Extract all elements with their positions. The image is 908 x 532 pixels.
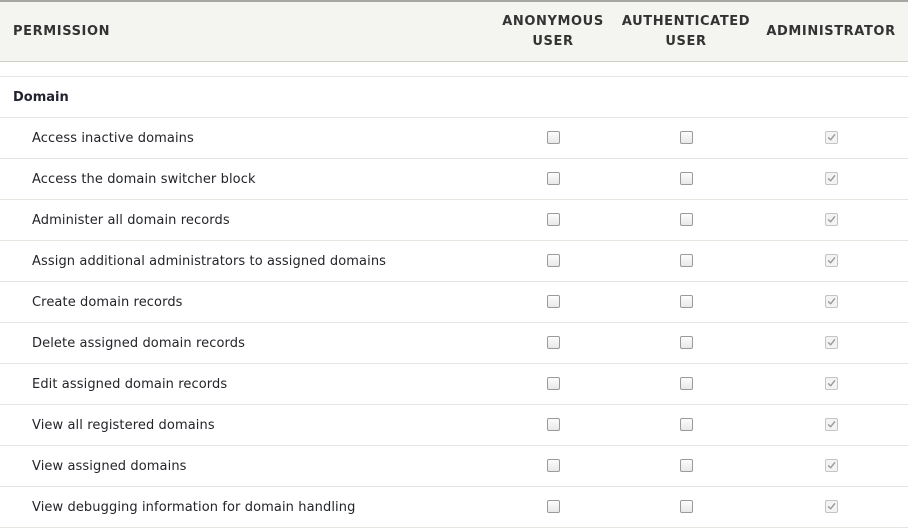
checkmark-icon [827,503,836,510]
permission-label: View all registered domains [32,417,215,433]
anonymous-user-checkbox[interactable] [547,500,560,513]
checkmark-icon [827,380,836,387]
checkmark-icon [827,421,836,428]
authenticated-user-checkbox[interactable] [680,172,693,185]
anonymous-user-checkbox[interactable] [547,131,560,144]
permission-label: Access inactive domains [32,130,194,146]
anonymous-user-checkbox[interactable] [547,254,560,267]
administrator-checkbox [825,172,838,185]
administrator-checkbox [825,295,838,308]
authenticated-user-checkbox[interactable] [680,500,693,513]
anonymous-user-checkbox[interactable] [547,213,560,226]
table-row: Delete assigned domain records [0,323,908,364]
permission-rows: Access inactive domains Access the domain… [0,118,908,528]
column-header-administrator: ADMINISTRATOR [766,24,896,39]
table-row: View assigned domains [0,446,908,487]
table-row: Create domain records [0,282,908,323]
checkmark-icon [827,175,836,182]
anonymous-user-checkbox[interactable] [547,377,560,390]
authenticated-user-checkbox[interactable] [680,377,693,390]
checkmark-icon [827,257,836,264]
checkmark-icon [827,462,836,469]
column-header-authenticated-user: AUTHENTICATED USER [621,14,751,49]
permission-label: Create domain records [32,294,183,310]
checkmark-icon [827,339,836,346]
administrator-checkbox [825,418,838,431]
administrator-checkbox [825,500,838,513]
permission-label: Assign additional administrators to assi… [32,253,387,269]
table-row: Administer all domain records [0,200,908,241]
anonymous-user-checkbox[interactable] [547,295,560,308]
administrator-checkbox [825,377,838,390]
permission-label: View assigned domains [32,458,187,474]
checkmark-icon [827,134,836,141]
table-row: Edit assigned domain records [0,364,908,405]
permission-label: Edit assigned domain records [32,376,228,392]
table-header: PERMISSION ANONYMOUS USER AUTHENTICATED … [0,0,908,62]
permission-label: Administer all domain records [32,212,230,228]
administrator-checkbox [825,213,838,226]
anonymous-user-checkbox[interactable] [547,172,560,185]
column-header-permission: PERMISSION [13,24,111,39]
administrator-checkbox [825,131,838,144]
authenticated-user-checkbox[interactable] [680,213,693,226]
header-spacer [0,62,908,77]
checkmark-icon [827,216,836,223]
authenticated-user-checkbox[interactable] [680,295,693,308]
authenticated-user-checkbox[interactable] [680,336,693,349]
module-name: Domain [13,89,69,105]
anonymous-user-checkbox[interactable] [547,418,560,431]
checkmark-icon [827,298,836,305]
permission-label: View debugging information for domain ha… [32,499,356,515]
authenticated-user-checkbox[interactable] [680,131,693,144]
table-row: View debugging information for domain ha… [0,487,908,528]
administrator-checkbox [825,459,838,472]
administrator-checkbox [825,336,838,349]
permission-label: Access the domain switcher block [32,171,256,187]
authenticated-user-checkbox[interactable] [680,459,693,472]
anonymous-user-checkbox[interactable] [547,336,560,349]
authenticated-user-checkbox[interactable] [680,418,693,431]
table-row: Assign additional administrators to assi… [0,241,908,282]
permission-label: Delete assigned domain records [32,335,245,351]
authenticated-user-checkbox[interactable] [680,254,693,267]
table-row: Access the domain switcher block [0,159,908,200]
anonymous-user-checkbox[interactable] [547,459,560,472]
administrator-checkbox [825,254,838,267]
module-row-domain: Domain [0,77,908,118]
column-header-anonymous-user: ANONYMOUS USER [502,14,604,49]
permissions-table: PERMISSION ANONYMOUS USER AUTHENTICATED … [0,0,908,528]
table-row: Access inactive domains [0,118,908,159]
table-row: View all registered domains [0,405,908,446]
